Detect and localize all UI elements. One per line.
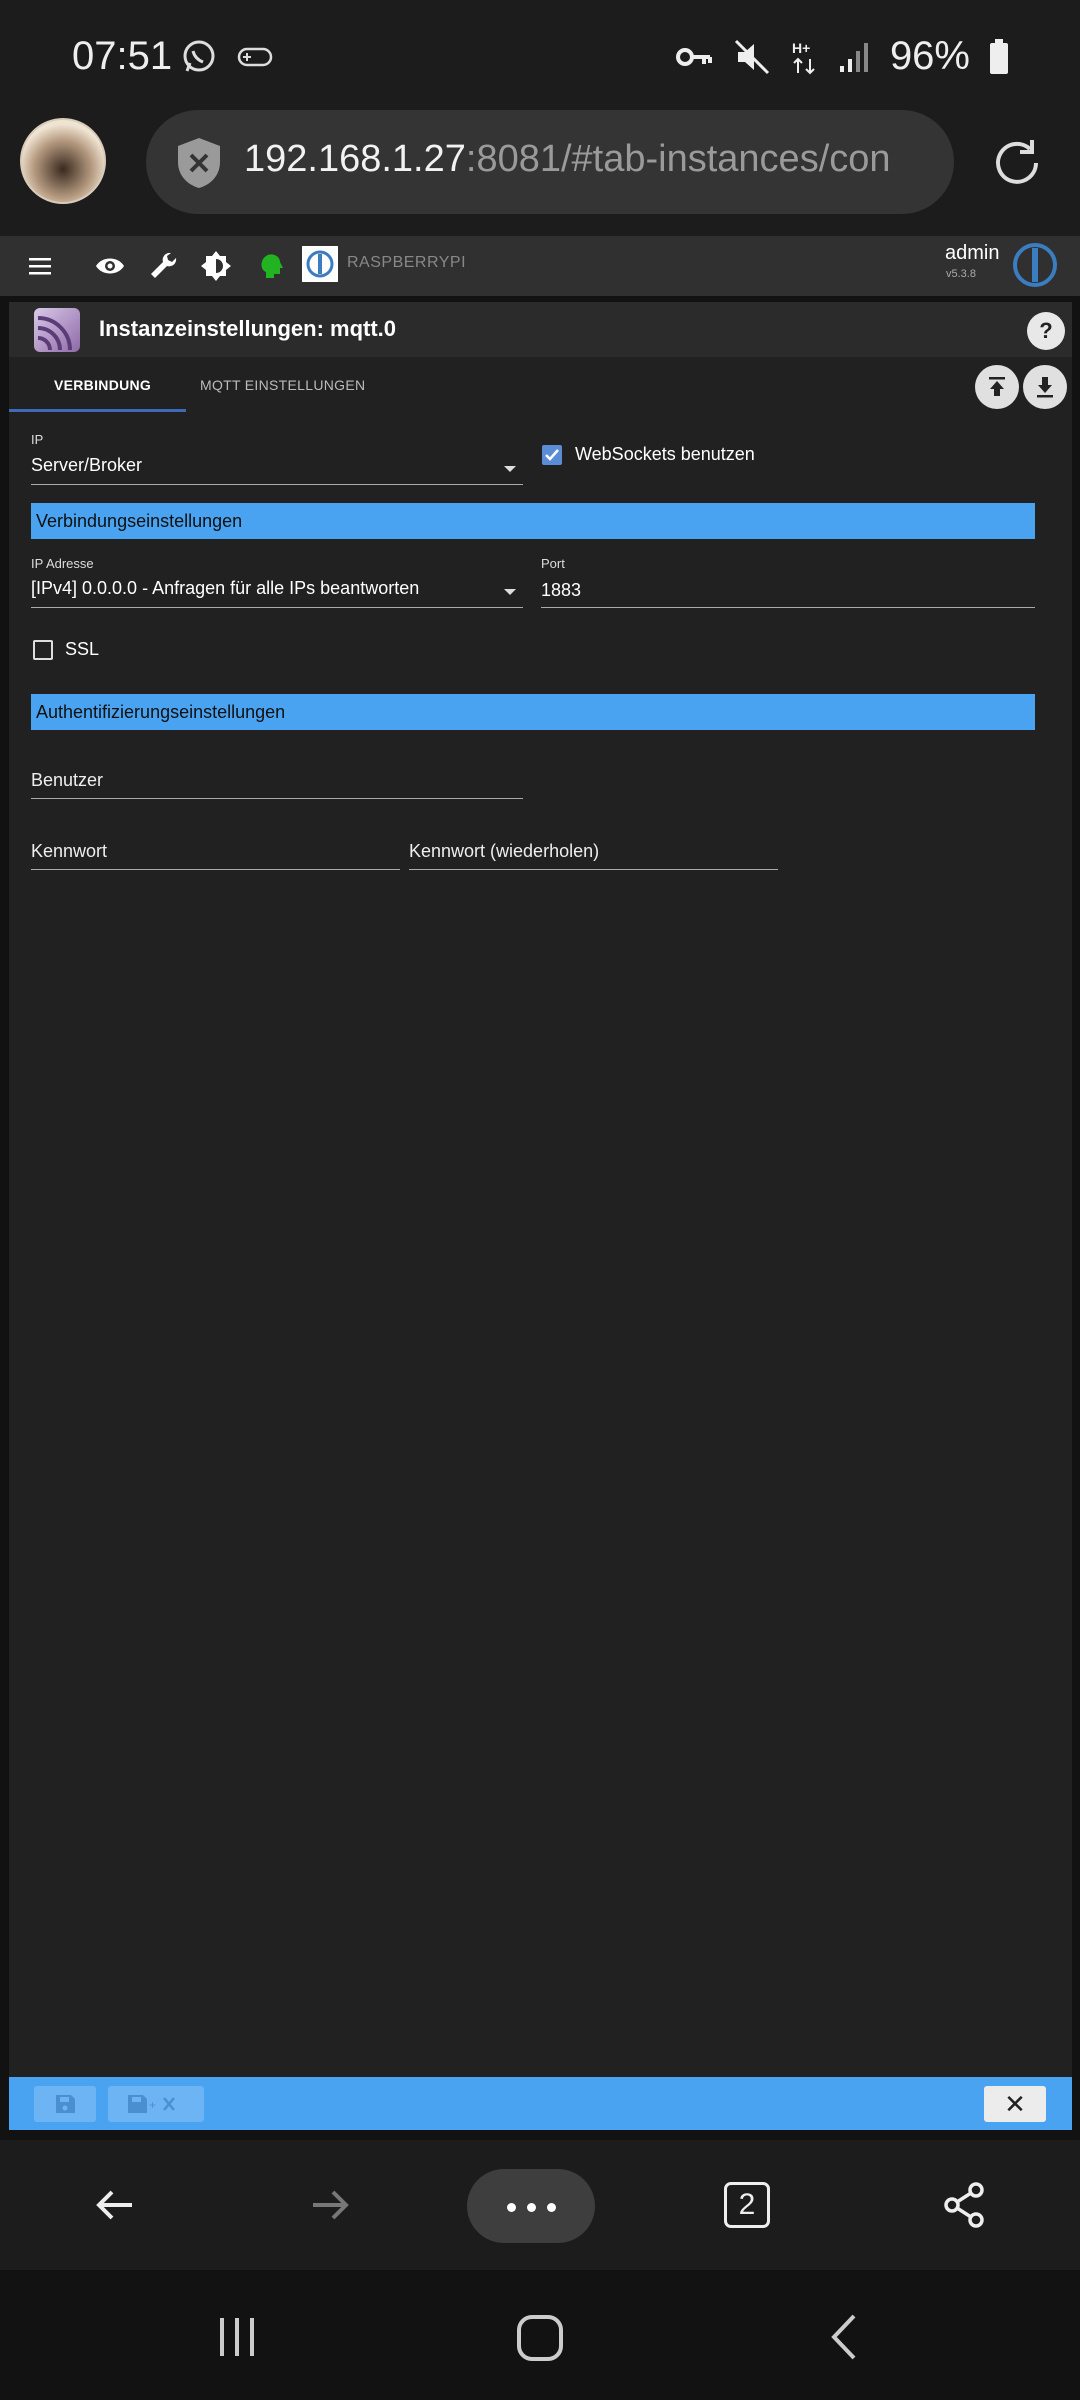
- share-icon[interactable]: [940, 2180, 990, 2230]
- mute-icon: [734, 39, 769, 74]
- password-input[interactable]: Kennwort: [31, 841, 107, 862]
- hamburger-menu-icon[interactable]: [22, 248, 58, 284]
- user-underline: [31, 798, 523, 799]
- system-navigation-bar: [0, 2272, 1080, 2400]
- ip-address-label: IP Adresse: [31, 556, 94, 571]
- browser-menu-button[interactable]: [467, 2169, 595, 2243]
- ip-select-underline: [31, 484, 523, 485]
- close-dialog-button[interactable]: ✕: [984, 2086, 1046, 2122]
- websockets-checkbox[interactable]: [542, 445, 562, 465]
- dialog-header: Instanzeinstellungen: mqtt.0 ?: [9, 302, 1072, 357]
- signal-icon: [839, 42, 868, 72]
- section-connection-settings: Verbindungseinstellungen: [31, 503, 1035, 539]
- profile-avatar[interactable]: [20, 118, 106, 204]
- password-repeat-input[interactable]: Kennwort (wiederholen): [409, 841, 599, 862]
- iobroker-logo-icon: [302, 246, 338, 282]
- status-bar: 07:51 H+ 96%: [0, 0, 1080, 110]
- eye-icon[interactable]: [92, 248, 128, 284]
- download-icon: [1037, 377, 1053, 398]
- app-version: v5.3.8: [946, 268, 976, 280]
- ip-label: IP: [31, 432, 44, 447]
- url-text[interactable]: 192.168.1.27:8081/#tab-instances/con: [244, 138, 924, 181]
- insecure-shield-icon[interactable]: [174, 136, 224, 190]
- vpn-key-icon: [675, 47, 712, 66]
- dialog-title: Instanzeinstellungen: mqtt.0: [99, 316, 397, 341]
- ssl-checkbox[interactable]: [33, 640, 53, 660]
- dialog-action-bar: + ✕: [9, 2077, 1072, 2130]
- notification-icons: [180, 38, 274, 76]
- save-and-close-button[interactable]: +: [108, 2086, 204, 2122]
- host-name: RASPBERRYPI: [347, 254, 467, 271]
- download-config-button[interactable]: [1023, 365, 1067, 409]
- websockets-label: WebSockets benutzen: [575, 444, 755, 464]
- tabs-count-button[interactable]: 2: [724, 2182, 770, 2228]
- svg-text:+: +: [149, 2098, 156, 2112]
- active-tab-indicator: [9, 409, 186, 412]
- forward-arrow-icon[interactable]: [305, 2180, 355, 2230]
- iobroker-user-logo-icon[interactable]: [1010, 240, 1060, 290]
- password-underline: [31, 869, 400, 870]
- system-back-icon[interactable]: [820, 2312, 870, 2362]
- status-right: H+ 96%: [674, 34, 1010, 79]
- browser-url-area: 192.168.1.27:8081/#tab-instances/con: [0, 110, 1080, 236]
- settings-tabs: VERBINDUNG MQTT EINSTELLUNGEN: [9, 357, 1072, 413]
- theme-toggle-icon[interactable]: [198, 248, 234, 284]
- status-time: 07:51: [72, 34, 173, 78]
- browser-bottom-toolbar: 2: [0, 2140, 1080, 2270]
- expert-mode-icon[interactable]: [252, 248, 288, 284]
- help-button[interactable]: ?: [1027, 312, 1065, 350]
- battery-icon: [990, 38, 1008, 74]
- url-path: :8081/#tab-instances/con: [465, 138, 891, 180]
- ssl-label: SSL: [65, 639, 100, 659]
- ip-select[interactable]: Server/Broker: [31, 455, 142, 476]
- save-close-icon: +: [128, 2095, 175, 2113]
- port-input[interactable]: 1883: [541, 580, 581, 601]
- ip-address-select[interactable]: [IPv4] 0.0.0.0 - Anfragen für alle IPs b…: [31, 578, 419, 599]
- app-toolbar: RASPBERRYPI admin v5.3.8: [0, 236, 1080, 296]
- chevron-down-icon[interactable]: [504, 589, 516, 595]
- tab-verbindung[interactable]: VERBINDUNG: [54, 377, 151, 393]
- save-icon: [56, 2095, 75, 2113]
- mqtt-adapter-icon: [34, 308, 80, 352]
- instance-settings-dialog: Instanzeinstellungen: mqtt.0 ? VERBINDUN…: [9, 302, 1072, 2130]
- url-host: 192.168.1.27: [244, 138, 466, 180]
- tab-mqtt-einstellungen[interactable]: MQTT EINSTELLUNGEN: [200, 377, 365, 393]
- back-arrow-icon[interactable]: [90, 2180, 140, 2230]
- save-button[interactable]: [34, 2086, 96, 2122]
- user-name[interactable]: admin: [945, 242, 999, 265]
- upload-config-button[interactable]: [975, 365, 1019, 409]
- home-icon[interactable]: [514, 2312, 566, 2364]
- game-icon: [237, 47, 273, 67]
- wrench-icon[interactable]: [145, 248, 181, 284]
- user-input[interactable]: Benutzer: [31, 770, 103, 791]
- svg-text:H+: H+: [792, 40, 810, 56]
- reload-icon[interactable]: [990, 136, 1044, 190]
- upload-icon: [989, 377, 1005, 396]
- chevron-down-icon[interactable]: [504, 466, 516, 472]
- port-label: Port: [541, 556, 565, 571]
- data-hplus-icon: H+: [792, 40, 815, 74]
- whatsapp-icon: [183, 40, 215, 72]
- battery-percent: 96%: [889, 34, 970, 78]
- ip-address-underline: [31, 607, 523, 608]
- section-auth-settings: Authentifizierungseinstellungen: [31, 694, 1035, 730]
- password-repeat-underline: [409, 869, 778, 870]
- port-underline: [541, 607, 1035, 608]
- recent-apps-icon[interactable]: [212, 2312, 262, 2362]
- url-bar[interactable]: 192.168.1.27:8081/#tab-instances/con: [146, 110, 954, 214]
